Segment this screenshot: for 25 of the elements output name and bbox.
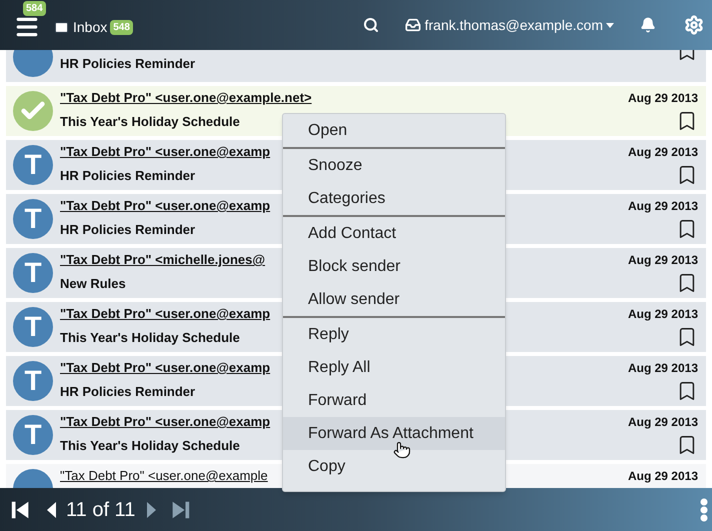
message-subject: HR Policies Reminder (60, 167, 196, 185)
message-date: Aug 29 2013 (628, 144, 698, 160)
message-subject: This Year's Holiday Schedule (60, 113, 240, 131)
message-date: Aug 29 2013 (628, 360, 698, 376)
letter-avatar: T (13, 415, 53, 455)
count-badge: 548 (110, 20, 133, 34)
message-subject: This Year's Holiday Schedule (60, 437, 240, 455)
letter-avatar: T (13, 145, 53, 185)
letter-avatar: T (13, 361, 53, 401)
message-date: Aug 29 2013 (628, 198, 698, 214)
letter-avatar: T (13, 199, 53, 239)
page-counter: 11 of 11 (66, 498, 136, 522)
count-badge: 584 (23, 1, 46, 16)
message-subject: This Year's Holiday Schedule (60, 329, 240, 347)
message-subject: HR Policies Reminder (60, 221, 196, 239)
message-date: Aug 29 2013 (628, 414, 698, 430)
message-subject: New Rules (60, 275, 126, 293)
letter-avatar: T (13, 253, 53, 293)
message-date: Aug 29 2013 (628, 306, 698, 322)
letter-avatar: T (13, 307, 53, 347)
message-date: Aug 29 2013 (628, 90, 698, 106)
message-subject: HR Policies Reminder (60, 383, 196, 401)
message-date: Aug 29 2013 (628, 468, 698, 484)
message-date: Aug 29 2013 (628, 252, 698, 268)
message-subject: HR Policies Reminder (60, 55, 196, 73)
